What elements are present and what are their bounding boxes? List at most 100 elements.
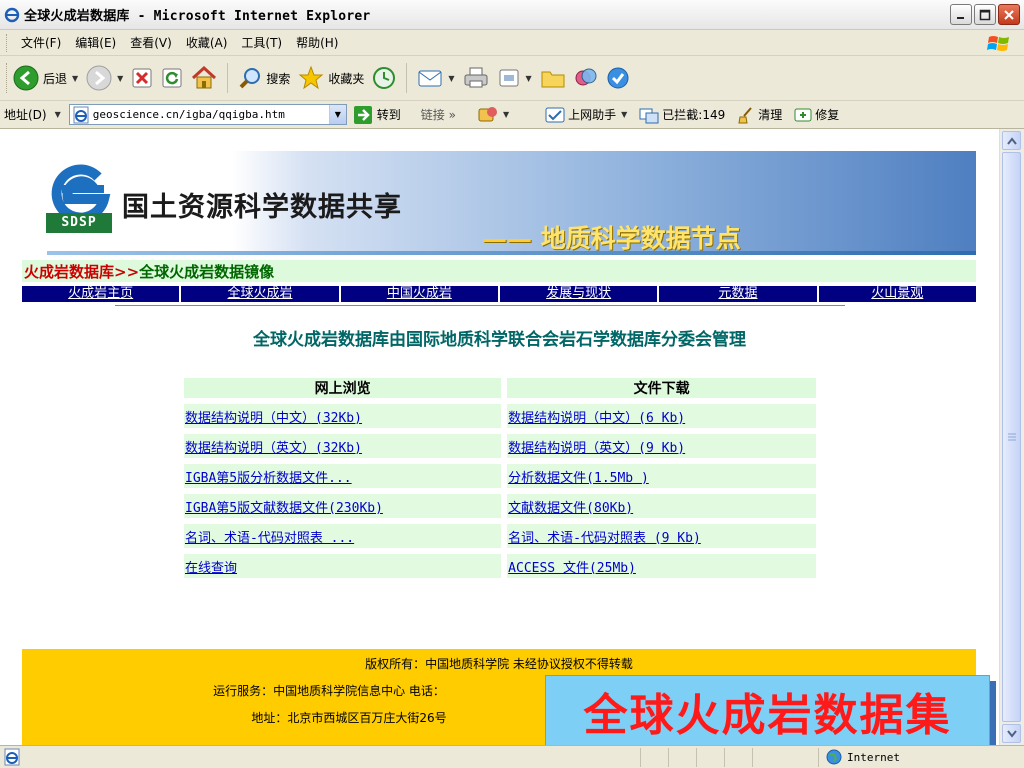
status-segment <box>640 747 641 767</box>
links-label: 链接 <box>420 108 445 122</box>
mail-dropdown-icon[interactable]: ▼ <box>448 74 454 83</box>
links-button[interactable]: 链接 » <box>421 106 456 123</box>
breadcrumb-parent[interactable]: 火成岩数据库>> <box>24 261 139 282</box>
back-button[interactable]: 后退 ▼ <box>9 59 82 97</box>
discuss-button[interactable] <box>536 59 570 97</box>
scroll-up-button[interactable] <box>1002 131 1021 150</box>
edit-button[interactable]: ▼ <box>493 59 536 97</box>
windows-logo-icon <box>987 36 1009 51</box>
slide-title: 全球火成岩数据集 <box>583 690 952 741</box>
stop-button[interactable] <box>127 59 157 97</box>
window-controls <box>950 4 1020 25</box>
table-cell: 数据结构说明（英文）(32Kb) <box>181 431 505 461</box>
toolbar-grip[interactable] <box>6 33 9 52</box>
nav-volcano-landscape[interactable]: 火山景观 <box>819 286 976 302</box>
browse-link[interactable]: IGBA第5版分析数据文件... <box>185 471 352 486</box>
address-label-dropdown-icon[interactable]: ▼ <box>55 110 61 119</box>
status-segment <box>668 747 669 767</box>
assistant-button[interactable]: 上网助手 ▼ <box>545 106 627 124</box>
download-link[interactable]: 文献数据文件(80Kb) <box>508 501 633 516</box>
menu-view[interactable]: 查看(V) <box>130 34 172 51</box>
forward-dropdown-icon[interactable]: ▼ <box>117 74 123 83</box>
favorites-button[interactable]: 收藏夹 <box>294 59 368 97</box>
popup-blocker-icon <box>639 108 659 123</box>
chevron-down-icon <box>1006 729 1017 738</box>
vertical-scrollbar[interactable] <box>999 129 1024 745</box>
history-button[interactable] <box>368 59 400 97</box>
nav-bar: 火成岩主页 全球火成岩 中国火成岩 发展与现状 元数据 火山景观 <box>22 286 976 302</box>
address-dropdown-button[interactable]: ▼ <box>328 105 346 124</box>
page-status-icon <box>4 748 20 766</box>
browse-link[interactable]: 名词、术语-代码对照表 ... <box>185 531 354 546</box>
translate-icon <box>478 106 497 121</box>
address-field[interactable]: ▼ <box>68 104 347 125</box>
popup-blocker-button[interactable]: 已拦截:149 <box>639 106 725 124</box>
download-link[interactable]: 数据结构说明（英文）(9 Kb) <box>508 441 685 456</box>
table-cell: ACCESS 文件(25Mb) <box>504 551 819 581</box>
header-online-browse: 网上浏览 <box>181 375 505 401</box>
page-content: SDSP 国土资源科学数据共享 —— 地质科学数据节点 火成岩数据库>> 全球火… <box>0 129 999 745</box>
nav-metadata[interactable]: 元数据 <box>659 286 819 302</box>
download-link[interactable]: 名词、术语-代码对照表 (9 Kb) <box>508 531 701 546</box>
menu-edit[interactable]: 编辑(E) <box>75 34 116 51</box>
repair-label: 修复 <box>815 108 840 122</box>
back-dropdown-icon[interactable]: ▼ <box>72 74 78 83</box>
header-file-download: 文件下载 <box>504 375 819 401</box>
star-icon <box>298 65 324 90</box>
browse-link[interactable]: 数据结构说明（中文）(32Kb) <box>185 411 362 426</box>
table-row: 在线查询 ACCESS 文件(25Mb) <box>181 551 819 581</box>
table-cell: 数据结构说明（中文）(32Kb) <box>181 401 505 431</box>
menu-tools[interactable]: 工具(T) <box>241 34 282 51</box>
mail-icon <box>418 70 442 87</box>
security-zone: Internet <box>826 749 900 765</box>
refresh-button[interactable] <box>157 59 187 97</box>
search-button[interactable]: 搜索 <box>234 59 294 97</box>
translate-dropdown-icon[interactable]: ▼ <box>503 110 509 119</box>
nav-igneous-home[interactable]: 火成岩主页 <box>22 286 182 302</box>
address-label: 地址(D) <box>4 108 47 122</box>
page-icon <box>73 106 89 123</box>
table-cell: 在线查询 <box>181 551 505 581</box>
scroll-down-button[interactable] <box>1002 724 1021 743</box>
msn-button[interactable] <box>602 59 634 97</box>
download-link[interactable]: 数据结构说明（中文）(6 Kb) <box>508 411 685 426</box>
edit-dropdown-icon[interactable]: ▼ <box>526 74 532 83</box>
title-bar: 全球火成岩数据库 - Microsoft Internet Explorer <box>0 0 1024 30</box>
url-input[interactable] <box>92 108 317 121</box>
footer-copyright: 版权所有：中国地质科学院 未经协议授权不得转载 <box>365 657 633 671</box>
status-bar: Internet <box>0 745 1024 768</box>
menu-favorites[interactable]: 收藏(A) <box>186 34 228 51</box>
close-button[interactable] <box>998 4 1020 25</box>
scroll-thumb[interactable] <box>1002 152 1021 722</box>
nav-global-igneous[interactable]: 全球火成岩 <box>181 286 341 302</box>
menu-help[interactable]: 帮助(H) <box>296 34 338 51</box>
blocked-label: 已拦截:149 <box>662 108 726 122</box>
home-button[interactable] <box>187 59 221 97</box>
go-button[interactable]: 转到 <box>353 105 401 125</box>
messenger-button[interactable] <box>570 59 602 97</box>
translate-button[interactable]: ▼ <box>478 106 509 124</box>
repair-button[interactable]: 修复 <box>794 106 839 124</box>
nav-divider <box>115 305 845 306</box>
table-row: IGBA第5版分析数据文件... 分析数据文件(1.5Mb ) <box>181 461 819 491</box>
maximize-button[interactable] <box>974 4 996 25</box>
menu-bar: 文件(F) 编辑(E) 查看(V) 收藏(A) 工具(T) 帮助(H) <box>0 30 1024 56</box>
favorites-label: 收藏夹 <box>328 71 365 86</box>
nav-development[interactable]: 发展与现状 <box>500 286 660 302</box>
clean-button[interactable]: 清理 <box>737 106 782 124</box>
download-link[interactable]: 分析数据文件(1.5Mb ) <box>508 471 649 486</box>
online-query-link[interactable]: 在线查询 <box>185 561 237 576</box>
browse-link[interactable]: IGBA第5版文献数据文件(230Kb) <box>185 501 383 516</box>
forward-button[interactable]: ▼ <box>82 59 127 97</box>
clean-label: 清理 <box>758 108 783 122</box>
menu-file[interactable]: 文件(F) <box>21 34 61 51</box>
nav-china-igneous[interactable]: 中国火成岩 <box>341 286 500 302</box>
assistant-dropdown-icon[interactable]: ▼ <box>621 110 627 119</box>
forward-arrow-icon <box>86 65 112 91</box>
minimize-button[interactable] <box>950 4 972 25</box>
print-button[interactable] <box>459 59 493 97</box>
mail-button[interactable]: ▼ <box>413 59 458 97</box>
table-row: 数据结构说明（英文）(32Kb) 数据结构说明（英文）(9 Kb) <box>181 431 819 461</box>
browse-link[interactable]: 数据结构说明（英文）(32Kb) <box>185 441 362 456</box>
access-download-link[interactable]: ACCESS 文件(25Mb) <box>508 561 636 576</box>
